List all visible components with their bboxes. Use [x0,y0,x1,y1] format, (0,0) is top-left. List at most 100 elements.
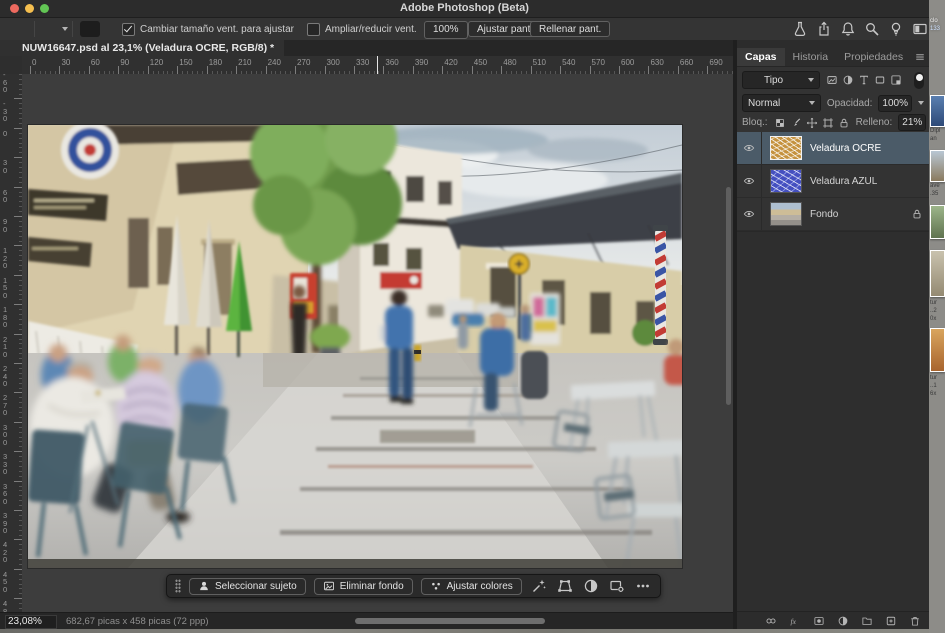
zoom-tool-icon[interactable] [42,21,62,37]
task-button-1[interactable]: Eliminar fondo [314,578,413,595]
lock-lock-icon[interactable] [838,117,850,129]
blend-mode-value: Normal [748,98,805,109]
close-tab-icon[interactable] [5,42,17,54]
zoom-percentage-field[interactable]: 100% [424,21,468,39]
ruler-tick [59,66,60,74]
workspace-icon[interactable] [912,21,928,37]
layer-thumbnail[interactable] [770,202,802,226]
status-options-icon[interactable] [192,616,204,628]
new-layer-button[interactable] [882,612,900,630]
desktop-file-thumbnail[interactable] [930,95,945,127]
options-bar: Cambiar tamaño vent. para ajustar Ampliar… [0,18,929,41]
task-button-0[interactable]: Seleccionar sujeto [189,578,306,595]
tab-propiedades[interactable]: Propiedades [836,48,911,66]
wand-button[interactable] [530,577,548,595]
search-icon[interactable] [864,21,880,37]
drag-handle-icon[interactable] [175,579,181,593]
desktop-file-thumbnail[interactable] [930,150,945,182]
ruler-tick [207,66,208,74]
ruler-tick [590,66,591,74]
ruler-tick [560,66,561,74]
horizontal-ruler[interactable]: 0306090120150180210240270300330360390420… [22,56,733,75]
layer-row-veladura-azul[interactable]: Veladura AZUL [737,165,929,198]
zoom-in-button[interactable] [80,21,100,37]
desktop-file-label: ave [930,183,940,189]
fill-screen-button[interactable]: Rellenar pant. [530,21,610,37]
canvas-area[interactable] [22,74,733,612]
ruler-tick [383,66,384,74]
layer-row-fondo[interactable]: Fondo [737,198,929,231]
picture-icon [323,580,335,592]
vertical-scrollbar-thumb[interactable] [726,187,731,405]
link-button[interactable] [762,612,780,630]
folder-button[interactable] [858,612,876,630]
discover-lightbulb-icon[interactable] [888,21,904,37]
layer-thumbnail[interactable] [770,136,802,160]
transform-button[interactable] [556,577,574,595]
ruler-label: 1 2 0 [3,247,7,270]
option-checkbox-0[interactable]: Cambiar tamaño vent. para ajustar [122,23,294,36]
panel-menu-icon[interactable] [914,51,926,63]
layer-filter-dropdown[interactable]: Tipo [742,71,820,89]
layers-empty-area [737,231,929,611]
photoshop-window: Adobe Photoshop (Beta) Cambiar tamaño ve… [0,0,945,633]
filter-shape-icon[interactable] [874,74,886,86]
adjustment-button[interactable] [834,612,852,630]
transform-icon [557,578,573,594]
eye-icon [743,208,755,220]
lock-move-icon[interactable] [806,117,818,129]
checkbox-checked-icon[interactable] [122,23,135,36]
notifications-bell-icon[interactable] [840,21,856,37]
eye-icon [743,142,755,154]
filter-type-icon[interactable] [858,74,870,86]
desktop-file-label: .35 [930,191,938,197]
beta-flask-icon[interactable] [792,21,808,37]
canvas-image[interactable] [28,125,682,568]
desktop-file-thumbnail[interactable] [930,205,945,239]
vertical-ruler[interactable]: - 6 0- 3 003 06 09 01 2 01 5 01 8 02 1 0… [0,74,23,612]
opacity-field[interactable]: 100% [878,95,912,112]
filter-pixel-layer-icon[interactable] [826,74,838,86]
zoom-out-button[interactable] [102,21,122,37]
option-checkbox-1[interactable]: Ampliar/reducir vent. [307,23,417,36]
home-icon[interactable] [12,21,32,37]
layer-visibility-toggle[interactable] [737,198,762,230]
fx-button[interactable]: fx [786,612,804,630]
half-circle-button[interactable] [582,577,600,595]
desktop-file-thumbnail[interactable] [930,328,945,372]
desktop-file-thumbnail[interactable] [930,250,945,297]
lock-checkerboard-icon[interactable] [774,117,786,129]
lock-artboard-icon[interactable] [822,117,834,129]
lock-brush-icon[interactable] [790,117,802,129]
layer-visibility-toggle[interactable] [737,132,762,164]
checkbox-unchecked-icon[interactable] [307,23,320,36]
ruler-label: 2 1 0 [3,336,7,359]
share-icon[interactable] [816,21,832,37]
fill-field[interactable]: 21% [898,114,926,131]
filter-toggle-knob [916,74,923,81]
horizontal-scrollbar-thumb[interactable] [355,618,545,624]
chevron-down-icon[interactable] [62,27,68,31]
filter-smart-icon[interactable] [890,74,902,86]
horizontal-scrollbar[interactable] [230,617,730,625]
tab-capas[interactable]: Capas [737,48,785,66]
mask-button[interactable] [810,612,828,630]
filter-adjustment-icon[interactable] [842,74,854,86]
zoom-level-field[interactable]: 23,08% [5,615,57,629]
task-button-2[interactable]: Ajustar colores [421,578,522,595]
tab-historia[interactable]: Historia [785,48,837,66]
layer-visibility-toggle[interactable] [737,165,762,197]
chevron-down-icon[interactable] [918,101,924,105]
more-button[interactable] [634,577,652,595]
trash-button[interactable] [906,612,924,630]
layer-thumbnail[interactable] [770,169,802,193]
ruler-label: 3 0 [3,159,7,174]
document-tab[interactable]: NUW16647.psd al 23,1% (Veladura OCRE, RG… [0,40,284,56]
panel-header [737,40,929,48]
vertical-scrollbar[interactable] [725,74,733,612]
blend-mode-dropdown[interactable]: Normal [742,94,821,112]
ruler-corner[interactable] [0,56,23,75]
export-button[interactable] [608,577,626,595]
filter-toggle[interactable] [914,72,924,89]
layer-row-veladura-ocre[interactable]: Veladura OCRE [737,132,929,165]
